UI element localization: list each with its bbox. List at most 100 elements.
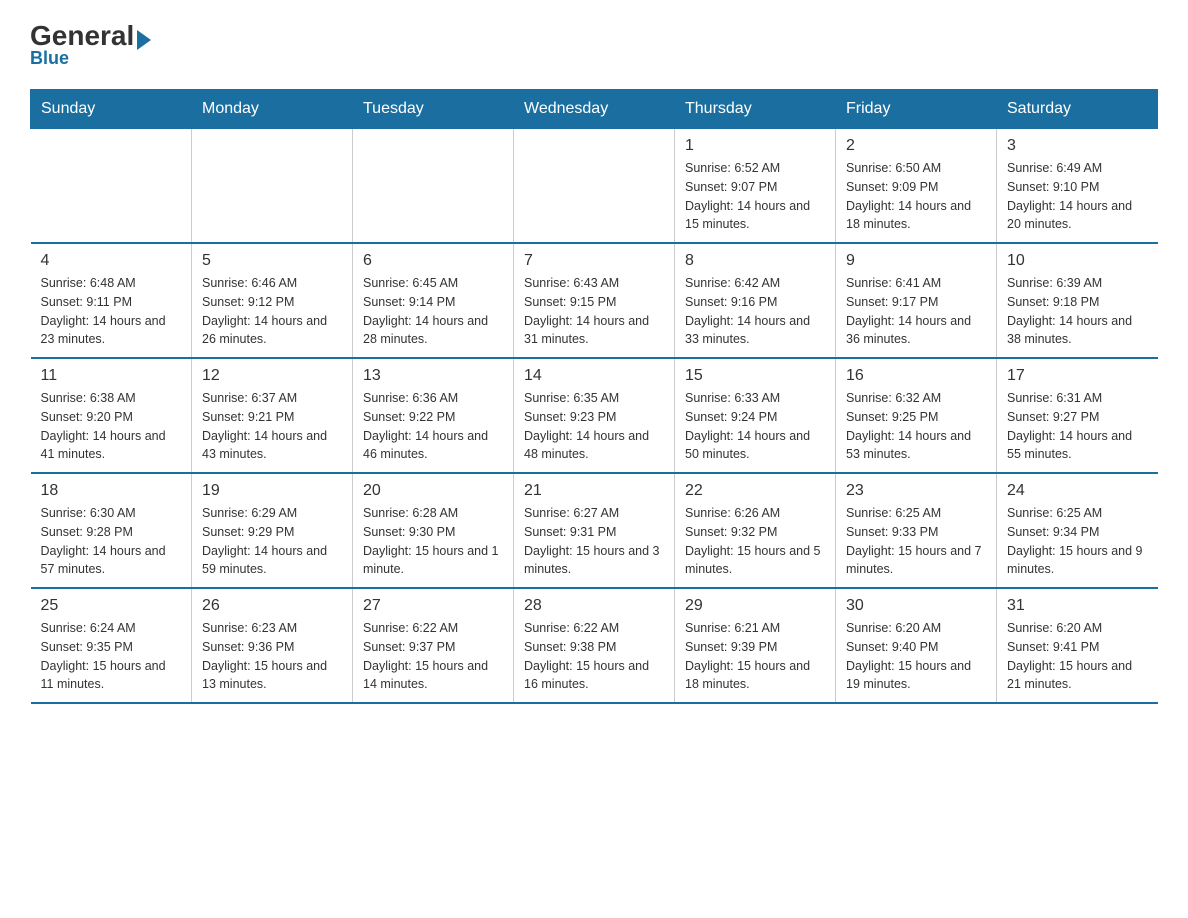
day-info: Sunrise: 6:22 AM Sunset: 9:37 PM Dayligh…: [363, 619, 503, 694]
weekday-header-monday: Monday: [192, 90, 353, 129]
day-info: Sunrise: 6:49 AM Sunset: 9:10 PM Dayligh…: [1007, 159, 1148, 234]
logo-subtitle: Blue: [30, 48, 69, 69]
day-number: 12: [202, 367, 342, 385]
day-info: Sunrise: 6:37 AM Sunset: 9:21 PM Dayligh…: [202, 389, 342, 464]
day-number: 1: [685, 137, 825, 155]
day-info: Sunrise: 6:39 AM Sunset: 9:18 PM Dayligh…: [1007, 274, 1148, 349]
calendar-cell: 16 Sunrise: 6:32 AM Sunset: 9:25 PM Dayli…: [836, 358, 997, 473]
day-info: Sunrise: 6:26 AM Sunset: 9:32 PM Dayligh…: [685, 504, 825, 579]
calendar-cell: 21 Sunrise: 6:27 AM Sunset: 9:31 PM Dayli…: [514, 473, 675, 588]
day-number: 14: [524, 367, 664, 385]
day-info: Sunrise: 6:50 AM Sunset: 9:09 PM Dayligh…: [846, 159, 986, 234]
day-info: Sunrise: 6:32 AM Sunset: 9:25 PM Dayligh…: [846, 389, 986, 464]
day-number: 24: [1007, 482, 1148, 500]
day-number: 8: [685, 252, 825, 270]
week-row-5: 25 Sunrise: 6:24 AM Sunset: 9:35 PM Dayli…: [31, 588, 1158, 703]
day-number: 25: [41, 597, 182, 615]
day-info: Sunrise: 6:22 AM Sunset: 9:38 PM Dayligh…: [524, 619, 664, 694]
day-info: Sunrise: 6:46 AM Sunset: 9:12 PM Dayligh…: [202, 274, 342, 349]
day-number: 28: [524, 597, 664, 615]
day-info: Sunrise: 6:28 AM Sunset: 9:30 PM Dayligh…: [363, 504, 503, 579]
day-number: 30: [846, 597, 986, 615]
day-info: Sunrise: 6:35 AM Sunset: 9:23 PM Dayligh…: [524, 389, 664, 464]
calendar-cell: [514, 129, 675, 244]
day-info: Sunrise: 6:36 AM Sunset: 9:22 PM Dayligh…: [363, 389, 503, 464]
day-info: Sunrise: 6:30 AM Sunset: 9:28 PM Dayligh…: [41, 504, 182, 579]
calendar-cell: 26 Sunrise: 6:23 AM Sunset: 9:36 PM Dayli…: [192, 588, 353, 703]
day-info: Sunrise: 6:27 AM Sunset: 9:31 PM Dayligh…: [524, 504, 664, 579]
calendar-cell: 27 Sunrise: 6:22 AM Sunset: 9:37 PM Dayli…: [353, 588, 514, 703]
week-row-4: 18 Sunrise: 6:30 AM Sunset: 9:28 PM Dayli…: [31, 473, 1158, 588]
day-info: Sunrise: 6:31 AM Sunset: 9:27 PM Dayligh…: [1007, 389, 1148, 464]
day-info: Sunrise: 6:48 AM Sunset: 9:11 PM Dayligh…: [41, 274, 182, 349]
logo: General Blue: [30, 20, 151, 69]
page-header: General Blue: [30, 20, 1158, 69]
day-info: Sunrise: 6:45 AM Sunset: 9:14 PM Dayligh…: [363, 274, 503, 349]
day-number: 3: [1007, 137, 1148, 155]
day-number: 21: [524, 482, 664, 500]
day-number: 5: [202, 252, 342, 270]
calendar-cell: 22 Sunrise: 6:26 AM Sunset: 9:32 PM Dayli…: [675, 473, 836, 588]
calendar-cell: 8 Sunrise: 6:42 AM Sunset: 9:16 PM Daylig…: [675, 243, 836, 358]
week-row-1: 1 Sunrise: 6:52 AM Sunset: 9:07 PM Daylig…: [31, 129, 1158, 244]
calendar-cell: 31 Sunrise: 6:20 AM Sunset: 9:41 PM Dayli…: [997, 588, 1158, 703]
weekday-header-sunday: Sunday: [31, 90, 192, 129]
day-number: 29: [685, 597, 825, 615]
day-number: 27: [363, 597, 503, 615]
calendar-cell: 9 Sunrise: 6:41 AM Sunset: 9:17 PM Daylig…: [836, 243, 997, 358]
weekday-header-row: SundayMondayTuesdayWednesdayThursdayFrid…: [31, 90, 1158, 129]
calendar-cell: 29 Sunrise: 6:21 AM Sunset: 9:39 PM Dayli…: [675, 588, 836, 703]
day-number: 18: [41, 482, 182, 500]
day-number: 11: [41, 367, 182, 385]
weekday-header-thursday: Thursday: [675, 90, 836, 129]
logo-arrow-icon: [137, 30, 151, 50]
day-number: 26: [202, 597, 342, 615]
calendar-cell: [353, 129, 514, 244]
calendar-cell: 1 Sunrise: 6:52 AM Sunset: 9:07 PM Daylig…: [675, 129, 836, 244]
day-info: Sunrise: 6:33 AM Sunset: 9:24 PM Dayligh…: [685, 389, 825, 464]
calendar-cell: 11 Sunrise: 6:38 AM Sunset: 9:20 PM Dayli…: [31, 358, 192, 473]
day-number: 7: [524, 252, 664, 270]
day-info: Sunrise: 6:21 AM Sunset: 9:39 PM Dayligh…: [685, 619, 825, 694]
week-row-3: 11 Sunrise: 6:38 AM Sunset: 9:20 PM Dayli…: [31, 358, 1158, 473]
calendar-cell: 6Sunrise: 6:45 AM Sunset: 9:14 PM Daylig…: [353, 243, 514, 358]
day-number: 22: [685, 482, 825, 500]
calendar-cell: 24 Sunrise: 6:25 AM Sunset: 9:34 PM Dayli…: [997, 473, 1158, 588]
day-number: 20: [363, 482, 503, 500]
day-number: 31: [1007, 597, 1148, 615]
day-info: Sunrise: 6:23 AM Sunset: 9:36 PM Dayligh…: [202, 619, 342, 694]
day-number: 13: [363, 367, 503, 385]
calendar-cell: 18 Sunrise: 6:30 AM Sunset: 9:28 PM Dayli…: [31, 473, 192, 588]
calendar-cell: 5 Sunrise: 6:46 AM Sunset: 9:12 PM Daylig…: [192, 243, 353, 358]
day-number: 19: [202, 482, 342, 500]
calendar-cell: [31, 129, 192, 244]
day-number: 16: [846, 367, 986, 385]
calendar-table: SundayMondayTuesdayWednesdayThursdayFrid…: [30, 89, 1158, 704]
calendar-cell: 2Sunrise: 6:50 AM Sunset: 9:09 PM Daylig…: [836, 129, 997, 244]
day-info: Sunrise: 6:52 AM Sunset: 9:07 PM Dayligh…: [685, 159, 825, 234]
day-info: Sunrise: 6:41 AM Sunset: 9:17 PM Dayligh…: [846, 274, 986, 349]
calendar-cell: 12 Sunrise: 6:37 AM Sunset: 9:21 PM Dayli…: [192, 358, 353, 473]
calendar-cell: 10 Sunrise: 6:39 AM Sunset: 9:18 PM Dayli…: [997, 243, 1158, 358]
week-row-2: 4Sunrise: 6:48 AM Sunset: 9:11 PM Daylig…: [31, 243, 1158, 358]
calendar-cell: 4Sunrise: 6:48 AM Sunset: 9:11 PM Daylig…: [31, 243, 192, 358]
day-info: Sunrise: 6:29 AM Sunset: 9:29 PM Dayligh…: [202, 504, 342, 579]
calendar-cell: 13 Sunrise: 6:36 AM Sunset: 9:22 PM Dayli…: [353, 358, 514, 473]
day-info: Sunrise: 6:38 AM Sunset: 9:20 PM Dayligh…: [41, 389, 182, 464]
calendar-cell: 23Sunrise: 6:25 AM Sunset: 9:33 PM Dayli…: [836, 473, 997, 588]
day-info: Sunrise: 6:20 AM Sunset: 9:40 PM Dayligh…: [846, 619, 986, 694]
weekday-header-saturday: Saturday: [997, 90, 1158, 129]
day-number: 23: [846, 482, 986, 500]
day-number: 10: [1007, 252, 1148, 270]
day-number: 17: [1007, 367, 1148, 385]
day-number: 9: [846, 252, 986, 270]
day-info: Sunrise: 6:24 AM Sunset: 9:35 PM Dayligh…: [41, 619, 182, 694]
calendar-cell: 20 Sunrise: 6:28 AM Sunset: 9:30 PM Dayli…: [353, 473, 514, 588]
day-info: Sunrise: 6:42 AM Sunset: 9:16 PM Dayligh…: [685, 274, 825, 349]
calendar-cell: [192, 129, 353, 244]
calendar-cell: 15Sunrise: 6:33 AM Sunset: 9:24 PM Dayli…: [675, 358, 836, 473]
calendar-cell: 3 Sunrise: 6:49 AM Sunset: 9:10 PM Daylig…: [997, 129, 1158, 244]
day-info: Sunrise: 6:25 AM Sunset: 9:34 PM Dayligh…: [1007, 504, 1148, 579]
day-info: Sunrise: 6:20 AM Sunset: 9:41 PM Dayligh…: [1007, 619, 1148, 694]
weekday-header-wednesday: Wednesday: [514, 90, 675, 129]
